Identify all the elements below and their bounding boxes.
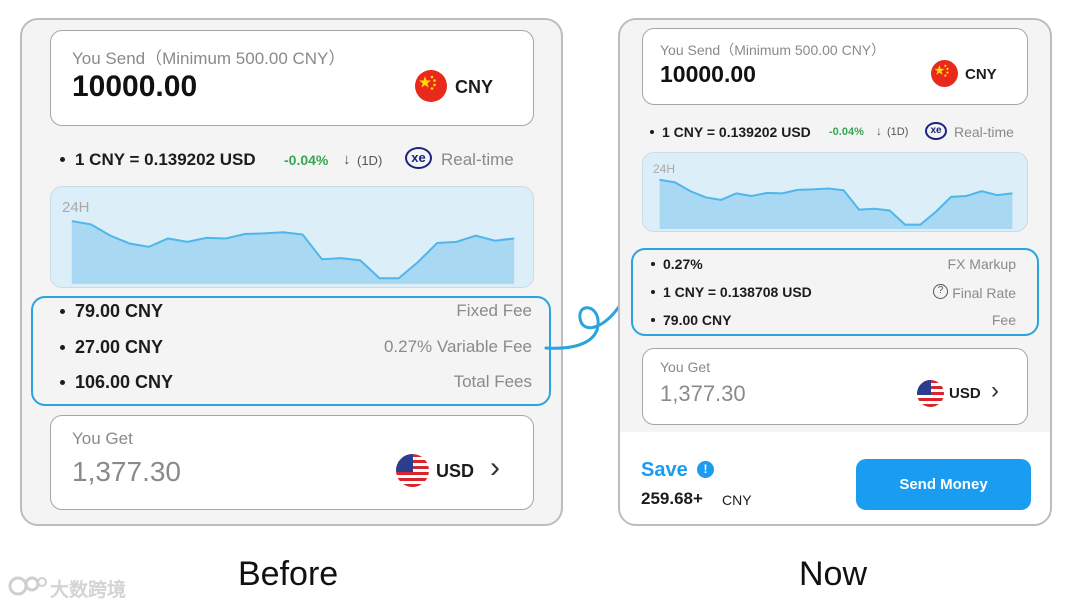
watermark-text: 大数跨境 bbox=[50, 580, 127, 601]
save-label: Save bbox=[641, 459, 688, 481]
now-fee-2-value: 79.00 CNY bbox=[663, 312, 732, 328]
before-rate-chart: 24H bbox=[50, 186, 534, 288]
now-get-currency[interactable]: USD bbox=[949, 385, 981, 402]
now-you-send-label: You Send（Minimum 500.00 CNY） bbox=[660, 42, 886, 58]
now-chart-svg bbox=[659, 178, 1013, 229]
chevron-right-icon[interactable]: › bbox=[490, 451, 500, 485]
china-flag-icon bbox=[415, 70, 447, 102]
now-send-currency[interactable]: CNY bbox=[965, 66, 997, 83]
chevron-right-icon[interactable]: › bbox=[991, 377, 999, 405]
now-fee-1-label: Final Rate bbox=[952, 285, 1016, 301]
down-arrow-icon: ↓ bbox=[876, 124, 882, 138]
before-get-currency[interactable]: USD bbox=[436, 461, 474, 482]
now-caption: Now bbox=[799, 555, 868, 593]
now-you-get-label: You Get bbox=[660, 359, 711, 375]
down-arrow-icon: ↓ bbox=[343, 151, 351, 168]
before-send-currency[interactable]: CNY bbox=[455, 77, 493, 98]
now-rate-period: (1D) bbox=[887, 126, 909, 138]
chart-area-fill bbox=[71, 221, 515, 284]
save-currency: CNY bbox=[722, 492, 752, 508]
before-fee-0-label: Fixed Fee bbox=[456, 301, 532, 320]
usa-flag-icon bbox=[917, 380, 944, 407]
before-chart-label: 24H bbox=[62, 199, 90, 216]
before-realtime-label: Real-time bbox=[441, 150, 514, 169]
bullet-icon bbox=[651, 318, 655, 322]
bullet-icon bbox=[60, 157, 65, 162]
now-rate-text: 1 CNY = 0.139202 USD bbox=[662, 124, 811, 140]
save-amount: 259.68+ bbox=[641, 489, 703, 508]
now-fee-0-label: FX Markup bbox=[947, 256, 1016, 272]
before-you-send-label: You Send（Minimum 500.00 CNY） bbox=[72, 49, 346, 68]
now-rate-chart: 24H bbox=[642, 152, 1028, 232]
bullet-icon bbox=[60, 345, 65, 350]
bullet-icon bbox=[60, 380, 65, 385]
before-rate-change: -0.04% bbox=[284, 152, 329, 168]
before-fee-1-value: 27.00 CNY bbox=[75, 337, 164, 357]
xe-logo-icon: xe bbox=[405, 147, 432, 169]
before-chart-svg bbox=[71, 220, 515, 284]
now-chart-label: 24H bbox=[653, 162, 676, 176]
bullet-icon bbox=[650, 130, 654, 134]
now-get-amount: 1,377.30 bbox=[660, 381, 746, 406]
now-fee-0-value: 0.27% bbox=[663, 256, 703, 272]
bullet-icon bbox=[651, 262, 655, 266]
before-fee-2-value: 106.00 CNY bbox=[75, 372, 174, 392]
chart-area-fill bbox=[659, 179, 1013, 229]
send-money-button[interactable]: Send Money bbox=[856, 459, 1031, 510]
info-icon[interactable]: ! bbox=[697, 461, 714, 478]
now-fee-1-value: 1 CNY = 0.138708 USD bbox=[663, 284, 812, 300]
question-circle-icon[interactable]: ? bbox=[933, 284, 948, 299]
bullet-icon bbox=[60, 309, 65, 314]
before-caption: Before bbox=[238, 555, 339, 593]
before-fee-0-value: 79.00 CNY bbox=[75, 301, 164, 321]
now-fee-2-label: Fee bbox=[991, 312, 1016, 328]
before-get-amount: 1,377.30 bbox=[72, 456, 181, 487]
bullet-icon bbox=[651, 290, 655, 294]
before-you-get-label: You Get bbox=[72, 429, 133, 448]
usa-flag-icon bbox=[396, 454, 429, 487]
now-realtime-label: Real-time bbox=[954, 124, 1014, 140]
before-rate-period: (1D) bbox=[357, 153, 383, 168]
before-fee-1-label: 0.27% Variable Fee bbox=[383, 337, 532, 356]
before-fee-2-label: Total Fees bbox=[453, 372, 532, 391]
now-send-amount[interactable]: 10000.00 bbox=[660, 61, 756, 88]
before-send-amount[interactable]: 10000.00 bbox=[72, 70, 197, 104]
china-flag-icon bbox=[931, 60, 958, 87]
xe-logo-icon: xe bbox=[925, 122, 947, 140]
watermark-logo-icon bbox=[8, 574, 48, 598]
now-rate-change: -0.04% bbox=[829, 126, 864, 138]
before-rate-text: 1 CNY = 0.139202 USD bbox=[75, 150, 256, 169]
